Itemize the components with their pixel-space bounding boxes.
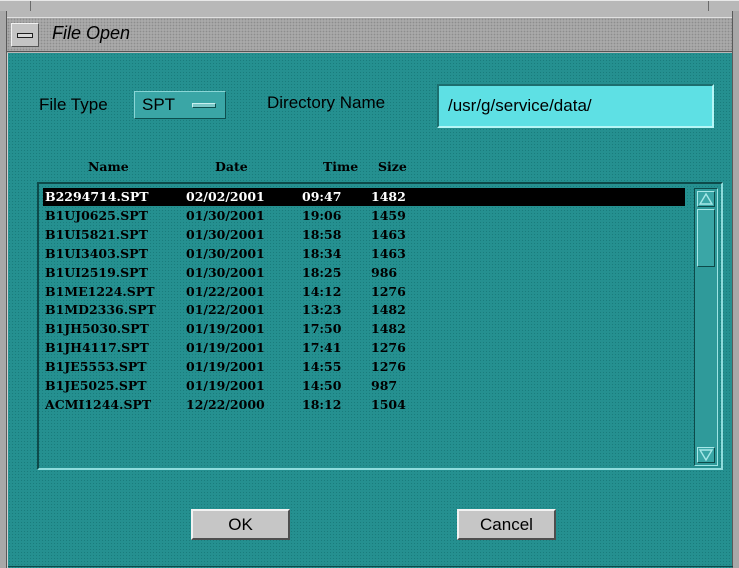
file-time-cell: 18:58 (302, 226, 342, 242)
file-size-cell: 1459 (371, 207, 406, 223)
file-row[interactable]: B1JE5553.SPT 01/19/2001 14:55 1276 (43, 358, 685, 376)
file-row[interactable]: B1UI2519.SPT 01/30/2001 18:25 986 (43, 264, 685, 282)
file-size-cell: 986 (371, 264, 398, 280)
frame-corner-mark-left (30, 1, 31, 11)
file-time-cell: 18:25 (302, 264, 342, 280)
file-date-cell: 01/19/2001 (186, 359, 265, 375)
file-row[interactable]: B2294714.SPT 02/02/2001 09:47 1482 (43, 188, 685, 206)
cancel-button[interactable]: Cancel (457, 509, 556, 540)
file-row[interactable]: B1JE5025.SPT 01/19/2001 14:50 987 (43, 377, 685, 395)
window-menu-button[interactable] (11, 23, 39, 47)
frame-resize-edge-left[interactable] (0, 11, 7, 568)
file-name-cell: B1UI5821.SPT (45, 226, 148, 242)
file-row[interactable]: B1ME1224.SPT 01/22/2001 14:12 1276 (43, 283, 685, 301)
file-time-cell: 18:12 (302, 396, 342, 412)
file-row[interactable]: B1UI3403.SPT 01/30/2001 18:34 1463 (43, 245, 685, 263)
file-time-cell: 14:55 (302, 359, 342, 375)
scroll-down-arrow-icon (698, 449, 714, 462)
file-date-cell: 01/30/2001 (186, 207, 265, 223)
window-title: File Open (52, 23, 131, 43)
file-date-cell: 01/19/2001 (186, 321, 265, 337)
file-time-cell: 09:47 (302, 189, 342, 204)
file-size-cell: 1463 (371, 226, 406, 242)
file-size-cell: 1482 (371, 321, 406, 337)
frame-resize-edge-right[interactable] (732, 11, 739, 568)
ok-button[interactable]: OK (191, 509, 290, 540)
file-size-cell: 987 (371, 378, 398, 393)
file-name-cell: B1UI2519.SPT (45, 264, 148, 280)
scroll-up-arrow-icon (698, 192, 714, 205)
file-size-cell: 1276 (371, 359, 406, 375)
file-type-value: SPT (142, 95, 176, 114)
frame-corner-mark-right (708, 1, 709, 11)
scroll-down-button[interactable] (697, 447, 715, 463)
file-size-cell: 1463 (371, 245, 406, 261)
file-name-cell: B1JH4117.SPT (45, 340, 149, 356)
column-header-size: Size (378, 159, 407, 174)
file-row[interactable]: B1JH5030.SPT 01/19/2001 17:50 1482 (43, 320, 685, 338)
title-bar[interactable]: File Open (7, 17, 732, 52)
file-time-cell: 18:34 (302, 245, 342, 261)
scrollbar-thumb[interactable] (697, 209, 715, 267)
file-date-cell: 02/02/2001 (186, 189, 265, 204)
file-time-cell: 19:06 (302, 207, 342, 223)
file-name-cell: B1MD2336.SPT (45, 302, 156, 318)
file-list[interactable]: B2294714.SPT 02/02/2001 09:47 1482 B1UJ0625.… (41, 186, 689, 466)
vertical-scrollbar[interactable] (694, 188, 718, 466)
file-name-cell: B1ME1224.SPT (45, 283, 155, 299)
file-row[interactable]: B1JH4117.SPT 01/19/2001 17:41 1276 (43, 339, 685, 357)
window-frame: File Open File Type SPT Directory Name N… (0, 0, 739, 568)
file-date-cell: 12/22/2000 (186, 396, 265, 412)
file-date-cell: 01/22/2001 (186, 302, 265, 318)
file-size-cell: 1482 (371, 302, 406, 318)
file-time-cell: 17:41 (302, 340, 342, 356)
scroll-up-button[interactable] (697, 191, 715, 207)
file-time-cell: 14:50 (302, 378, 342, 393)
file-row[interactable]: B1UJ0625.SPT 01/30/2001 19:06 1459 (43, 207, 685, 225)
file-type-option-menu[interactable]: SPT (134, 91, 226, 119)
file-list-box: B2294714.SPT 02/02/2001 09:47 1482 B1UJ0625.… (37, 182, 723, 470)
file-date-cell: 01/22/2001 (186, 283, 265, 299)
window-menu-icon (17, 33, 33, 38)
file-date-cell: 01/30/2001 (186, 226, 265, 242)
file-size-cell: 1276 (371, 283, 406, 299)
file-name-cell: B1JE5553.SPT (45, 359, 147, 375)
file-open-dialog: File Type SPT Directory Name Name Date T… (7, 53, 733, 568)
file-row[interactable]: B1UI5821.SPT 01/30/2001 18:58 1463 (43, 226, 685, 244)
file-size-cell: 1482 (371, 189, 406, 204)
file-time-cell: 14:12 (302, 283, 342, 299)
column-header-time: Time (323, 159, 359, 174)
file-size-cell: 1504 (371, 396, 406, 412)
file-name-cell: B1UJ0625.SPT (45, 207, 148, 223)
file-date-cell: 01/19/2001 (186, 340, 265, 356)
file-time-cell: 13:23 (302, 302, 342, 318)
option-menu-indicator-icon (192, 103, 216, 108)
file-name-cell: B1JH5030.SPT (45, 321, 149, 337)
file-size-cell: 1276 (371, 340, 406, 356)
file-type-label: File Type (39, 95, 108, 114)
column-header-name: Name (88, 159, 129, 174)
file-name-cell: B1JE5025.SPT (45, 378, 147, 393)
file-row[interactable]: B1MD2336.SPT 01/22/2001 13:23 1482 (43, 301, 685, 319)
file-name-cell: B1UI3403.SPT (45, 245, 148, 261)
file-name-cell: ACMI1244.SPT (45, 396, 152, 412)
column-header-date: Date (215, 159, 248, 174)
file-date-cell: 01/30/2001 (186, 264, 265, 280)
file-date-cell: 01/30/2001 (186, 245, 265, 261)
file-name-cell: B2294714.SPT (45, 189, 149, 204)
directory-name-label: Directory Name (267, 93, 386, 112)
file-row[interactable]: ACMI1244.SPT 12/22/2000 18:12 1504 (43, 396, 685, 414)
file-date-cell: 01/19/2001 (186, 378, 265, 393)
directory-name-field[interactable] (437, 84, 714, 128)
file-time-cell: 17:50 (302, 321, 342, 337)
